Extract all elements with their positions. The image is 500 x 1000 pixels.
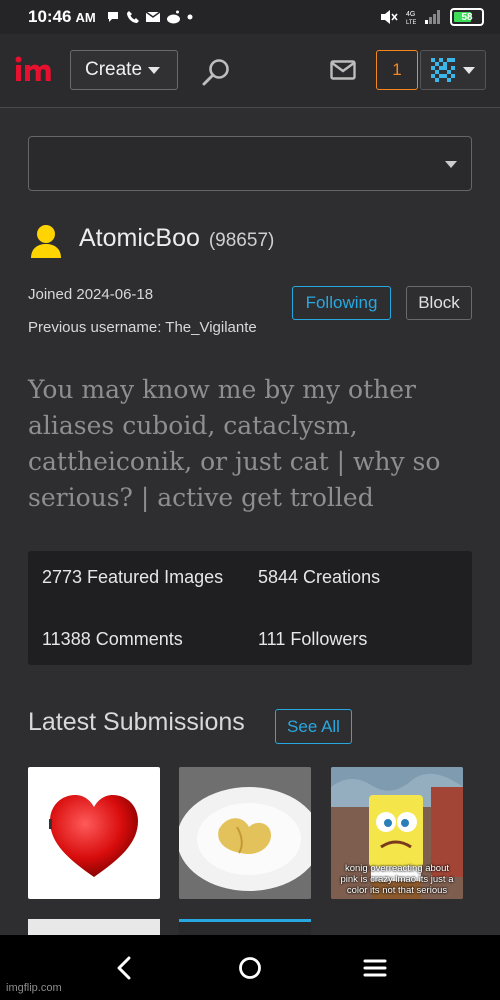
phone-icon [126, 11, 139, 23]
logo-icon [15, 56, 51, 81]
submission-thumbnail-partial[interactable] [28, 919, 160, 935]
system-nav-bar [0, 935, 500, 1000]
profile-username-row: AtomicBoo (98657) [79, 224, 274, 253]
submission-thumbnail-partial-2[interactable] [179, 919, 311, 935]
page: 10:46 AM 4G LTE 58 Create 1 AtomicBoo (9… [0, 0, 500, 1000]
site-header: Create 1 [0, 34, 500, 108]
heart-image [49, 795, 138, 877]
mail-icon[interactable] [330, 60, 356, 80]
user-icon [31, 225, 61, 258]
imgflip-logo[interactable] [15, 56, 57, 89]
svg-text:LTE: LTE [406, 20, 416, 26]
svg-text:4G: 4G [406, 11, 415, 18]
imgflip-watermark: imgflip.com [6, 982, 62, 994]
avatar [431, 58, 455, 82]
join-date: Joined 2024-06-18 [28, 286, 154, 303]
chevron-down-icon [148, 66, 161, 74]
submission-thumbnail-heart[interactable] [28, 767, 160, 899]
submission-thumbnail-spongebob-meme[interactable]: konig overreacting about pink is crazy l… [331, 767, 463, 899]
menu-icon[interactable] [360, 953, 390, 983]
status-bar: 10:46 AM 4G LTE 58 [0, 0, 500, 34]
search-icon[interactable] [200, 56, 232, 88]
profile-bio: You may know me by my other aliases cubo… [28, 375, 441, 512]
block-button[interactable]: Block [406, 286, 472, 320]
chevron-down-icon [463, 66, 475, 74]
profile-username: AtomicBoo [79, 224, 200, 252]
chat-icon [107, 12, 118, 22]
see-all-button[interactable]: See All [275, 709, 352, 744]
create-label: Create [85, 59, 143, 80]
profile-section-select[interactable] [28, 136, 472, 191]
signal-icon [425, 10, 440, 24]
profile-stats: 2773 Featured Images 5844 Creations 1138… [28, 551, 472, 665]
stat-followers[interactable]: 111 Followers [258, 627, 367, 652]
reddit-icon [166, 10, 180, 24]
notification-icons [106, 10, 193, 24]
stat-creations[interactable]: 5844 Creations [258, 565, 380, 590]
mail-small-icon [145, 11, 160, 22]
status-time: 10:46 [28, 7, 72, 26]
profile-points: (98657) [208, 230, 275, 251]
mute-icon [381, 10, 398, 24]
home-icon[interactable] [235, 953, 265, 983]
volte-icon: 4G LTE [406, 11, 416, 26]
chevron-down-icon [445, 161, 457, 168]
back-icon[interactable] [110, 953, 140, 983]
latest-submissions-heading: Latest Submissions [28, 708, 245, 736]
status-ampm: AM [75, 9, 96, 25]
stat-featured-images[interactable]: 2773 Featured Images [42, 565, 232, 590]
battery-icon: 58 [450, 8, 484, 26]
meme-caption: konig overreacting about pink is crazy l… [340, 863, 454, 896]
dot-icon [187, 14, 193, 20]
battery-level: 58 [461, 11, 473, 23]
stat-comments[interactable]: 11388 Comments [42, 627, 183, 652]
following-button[interactable]: Following [292, 286, 391, 320]
fortune-cookie-image [179, 767, 311, 899]
previous-username: Previous username: The_Vigilante [28, 319, 257, 336]
create-button[interactable]: Create [70, 50, 178, 90]
user-menu-button[interactable] [420, 50, 486, 90]
notification-count: 1 [392, 60, 402, 79]
status-right: 4G LTE 58 [380, 8, 484, 26]
notifications-button[interactable]: 1 [376, 50, 418, 90]
submission-thumbnail-fortune-cookie[interactable] [179, 767, 311, 899]
